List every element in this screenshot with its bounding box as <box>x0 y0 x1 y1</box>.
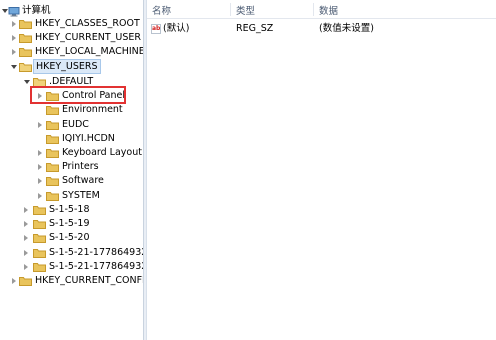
folder-icon <box>33 219 46 229</box>
folder-icon <box>46 105 59 115</box>
folder-icon <box>33 205 46 215</box>
computer-icon <box>8 7 20 17</box>
column-header-name[interactable]: 名称 <box>152 3 171 17</box>
tree-label: Environment <box>62 104 123 115</box>
expand-arrow-icon[interactable] <box>12 35 16 41</box>
folder-icon <box>46 191 59 201</box>
tree-label: S-1-5-19 <box>49 218 90 229</box>
expand-arrow-icon[interactable] <box>24 250 28 256</box>
folder-icon <box>46 134 59 144</box>
tree-label-selected: HKEY_USERS <box>33 59 101 74</box>
folder-icon <box>19 276 32 286</box>
value-data: (数值未设置) <box>319 23 374 34</box>
string-value-icon: ab <box>151 24 161 34</box>
value-type: REG_SZ <box>236 23 274 34</box>
tree-label: EUDC <box>62 119 89 130</box>
value-name: (默认) <box>163 23 190 34</box>
folder-icon <box>19 47 32 57</box>
tree-label: S-1-5-21-1778649322- <box>49 261 143 272</box>
column-header-type[interactable]: 类型 <box>236 3 255 17</box>
folder-icon <box>19 19 32 29</box>
tree-label: S-1-5-20 <box>49 232 90 243</box>
folder-icon <box>46 176 59 186</box>
collapse-arrow-icon[interactable] <box>11 65 17 72</box>
expand-arrow-icon[interactable] <box>24 207 28 213</box>
expand-arrow-icon[interactable] <box>12 49 16 55</box>
expand-arrow-icon[interactable] <box>38 164 42 170</box>
folder-icon <box>33 262 46 272</box>
value-row[interactable]: ab (默认) REG_SZ (数值未设置) <box>147 22 496 36</box>
tree-label: HKEY_CLASSES_ROOT <box>35 18 140 29</box>
expand-arrow-icon[interactable] <box>12 278 16 284</box>
folder-open-icon <box>19 62 32 72</box>
expand-arrow-icon[interactable] <box>24 264 28 270</box>
highlight-box <box>30 86 126 104</box>
tree-label-computer: 计算机 <box>22 5 51 16</box>
expand-arrow-icon[interactable] <box>38 150 42 156</box>
tree-label: Software <box>62 175 104 186</box>
expand-arrow-icon[interactable] <box>38 193 42 199</box>
values-list-pane[interactable]: 名称 类型 数据 ab (默认) REG_SZ (数值未设置) <box>147 0 496 340</box>
registry-tree-pane[interactable]: 计算机 HKEY_CLASSES_ROOT HKEY_CURRENT_USER … <box>0 0 143 340</box>
list-header: 名称 类型 数据 <box>147 0 496 19</box>
folder-icon <box>33 248 46 258</box>
folder-icon <box>19 33 32 43</box>
column-divider[interactable] <box>313 3 314 16</box>
tree-label: Keyboard Layout <box>62 147 142 158</box>
expand-arrow-icon[interactable] <box>24 235 28 241</box>
tree-label: S-1-5-21-1778649322- <box>49 247 143 258</box>
tree-label: S-1-5-18 <box>49 204 90 215</box>
expand-arrow-icon[interactable] <box>38 122 42 128</box>
expand-arrow-icon[interactable] <box>24 221 28 227</box>
tree-label: HKEY_CURRENT_CONFIG <box>35 275 143 286</box>
column-header-data[interactable]: 数据 <box>319 3 338 17</box>
folder-icon <box>46 148 59 158</box>
folder-icon <box>46 162 59 172</box>
tree-label: IQIYI.HCDN <box>62 133 115 144</box>
folder-icon <box>33 233 46 243</box>
column-divider[interactable] <box>230 3 231 16</box>
expand-arrow-icon[interactable] <box>12 21 16 27</box>
tree-label: Printers <box>62 161 99 172</box>
tree-label: SYSTEM <box>62 190 100 201</box>
expand-arrow-icon[interactable] <box>38 178 42 184</box>
tree-label: HKEY_LOCAL_MACHINE <box>35 46 143 57</box>
tree-label: HKEY_CURRENT_USER <box>35 32 141 43</box>
folder-icon <box>46 120 59 130</box>
